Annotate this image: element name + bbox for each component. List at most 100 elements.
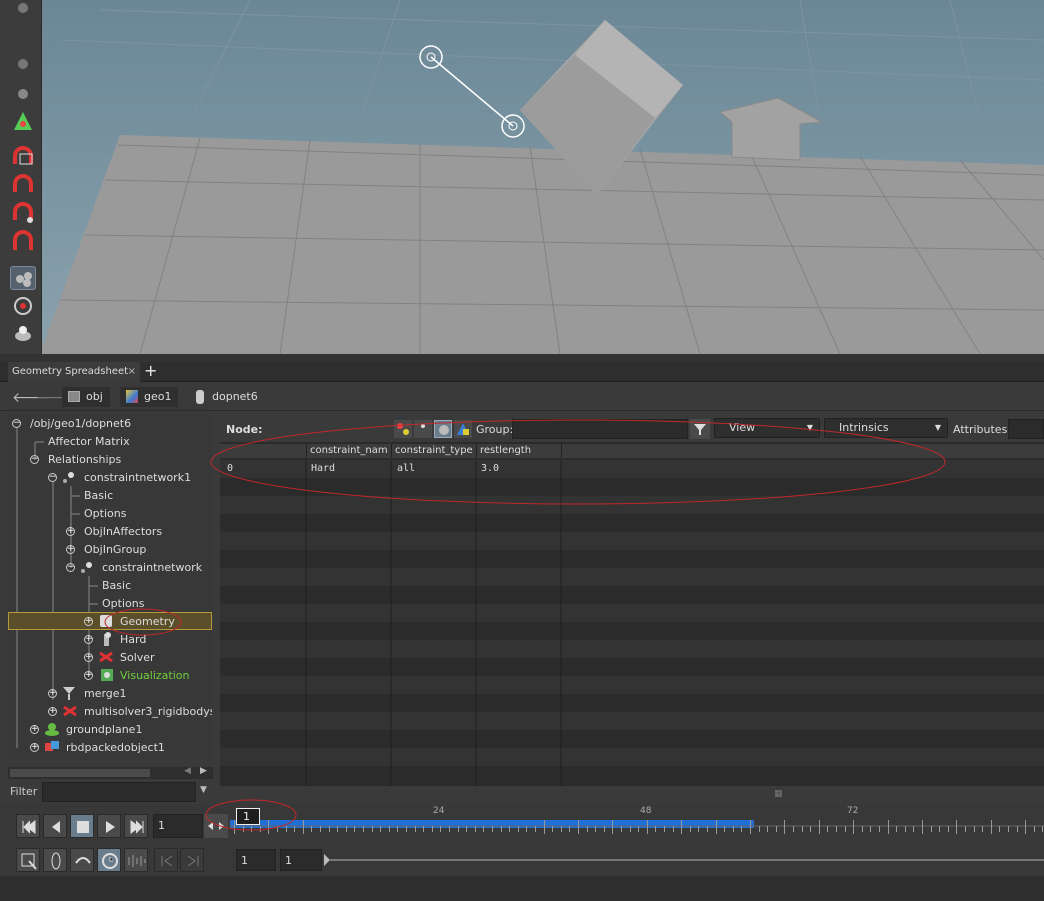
timeline-tick bbox=[406, 826, 407, 832]
audio-icon[interactable] bbox=[124, 848, 148, 872]
expand-icon[interactable]: + bbox=[84, 671, 93, 680]
light-icon[interactable] bbox=[10, 322, 36, 346]
frame-field[interactable]: 1 bbox=[153, 814, 203, 838]
magnet-icon[interactable] bbox=[10, 230, 36, 254]
tree-item[interactable]: constraintnetwork bbox=[102, 559, 202, 577]
filter-input[interactable] bbox=[42, 782, 196, 802]
range-slider[interactable] bbox=[322, 852, 1044, 868]
tree-item[interactable]: Basic bbox=[84, 487, 113, 505]
tree-item[interactable]: ObjInAffectors bbox=[84, 523, 162, 541]
timeline-tick bbox=[380, 826, 382, 832]
crumb-obj[interactable]: obj bbox=[62, 387, 110, 407]
timeline-tick bbox=[1042, 826, 1044, 832]
inspect-icon[interactable] bbox=[10, 294, 36, 318]
tree-item[interactable]: Visualization bbox=[120, 667, 189, 685]
realtime-icon[interactable] bbox=[43, 848, 67, 872]
timeline-tick bbox=[664, 826, 665, 832]
magnet-icon[interactable] bbox=[10, 202, 36, 226]
loop-icon[interactable] bbox=[70, 848, 94, 872]
timeline-tick bbox=[629, 826, 631, 832]
playback-options-icon[interactable] bbox=[16, 848, 40, 872]
timeline-tick bbox=[767, 826, 769, 832]
dop-object-icon[interactable] bbox=[10, 266, 36, 290]
column-dividers bbox=[305, 460, 562, 786]
timeline-tick bbox=[388, 826, 390, 832]
timeline-tick bbox=[818, 820, 820, 834]
tree-item[interactable]: constraintnetwork1 bbox=[84, 469, 191, 487]
add-tab-icon[interactable]: + bbox=[144, 361, 157, 380]
collapse-icon[interactable]: − bbox=[66, 563, 75, 572]
visualization-icon bbox=[100, 668, 114, 682]
expand-icon[interactable]: + bbox=[84, 635, 93, 644]
timeline-tick bbox=[423, 826, 425, 832]
stop-button[interactable] bbox=[70, 814, 94, 838]
scroll-left-icon[interactable]: ◀ bbox=[184, 766, 191, 776]
tree-item[interactable]: rbdpackedobject1 bbox=[66, 739, 165, 757]
filter-dropdown-icon[interactable]: ▼ bbox=[200, 785, 207, 795]
timeline-tick bbox=[543, 820, 545, 834]
step-back-button[interactable] bbox=[43, 814, 67, 838]
3d-viewport[interactable] bbox=[0, 0, 1044, 354]
tool-icon[interactable] bbox=[10, 56, 36, 80]
timeline-tick bbox=[457, 826, 459, 832]
tree-item[interactable]: Basic bbox=[102, 577, 131, 595]
timeline-tick bbox=[509, 826, 511, 832]
tree-item[interactable]: Options bbox=[84, 505, 126, 523]
tree-item[interactable]: Hard bbox=[120, 631, 146, 649]
expand-icon[interactable]: + bbox=[66, 527, 75, 536]
next-key-icon[interactable] bbox=[180, 848, 204, 872]
timeline-tick bbox=[466, 826, 468, 832]
tree-item[interactable]: merge1 bbox=[84, 685, 127, 703]
timeline-tick bbox=[526, 826, 528, 832]
attributes-input[interactable] bbox=[1008, 419, 1044, 439]
timeline-tick bbox=[904, 826, 906, 832]
scroll-right-icon[interactable]: ▶ bbox=[200, 766, 207, 776]
timeline-tick bbox=[853, 820, 855, 834]
geo-icon bbox=[126, 390, 138, 403]
tree-item[interactable]: Solver bbox=[120, 649, 155, 667]
expand-icon[interactable]: + bbox=[84, 653, 93, 662]
clock-icon[interactable] bbox=[97, 848, 121, 872]
collapse-icon[interactable]: − bbox=[12, 419, 21, 428]
magnet-icon[interactable] bbox=[10, 174, 36, 198]
expand-icon[interactable]: + bbox=[30, 743, 39, 752]
play-button[interactable] bbox=[97, 814, 121, 838]
collapse-icon[interactable]: − bbox=[30, 455, 39, 464]
expand-icon[interactable]: + bbox=[48, 689, 57, 698]
tree-item[interactable]: Relationships bbox=[48, 451, 121, 469]
jump-start-button[interactable] bbox=[16, 814, 40, 838]
jump-end-button[interactable] bbox=[124, 814, 148, 838]
prev-key-icon[interactable] bbox=[154, 848, 178, 872]
tool-icon[interactable] bbox=[10, 0, 36, 24]
scrollbar-thumb[interactable] bbox=[10, 769, 150, 777]
timeline-tick bbox=[689, 826, 691, 832]
tree-item[interactable]: groundplane1 bbox=[66, 721, 142, 739]
timeline-tick bbox=[311, 826, 313, 832]
timeline-tick bbox=[939, 826, 941, 832]
handle-icon[interactable] bbox=[10, 110, 36, 134]
close-icon[interactable]: × bbox=[128, 362, 136, 382]
expand-icon[interactable]: + bbox=[84, 617, 93, 626]
expand-icon[interactable]: + bbox=[66, 545, 75, 554]
timeline-tick bbox=[517, 826, 519, 832]
magnet-icon[interactable] bbox=[10, 146, 36, 170]
expand-icon[interactable]: + bbox=[30, 725, 39, 734]
timeline-ticks bbox=[230, 820, 1044, 840]
viewport-toolbar bbox=[0, 0, 42, 354]
tree-horizontal-scrollbar[interactable]: ◀ ▶ bbox=[8, 766, 213, 779]
tree-item[interactable]: multisolver3_rigidbodyso bbox=[84, 703, 212, 721]
expand-icon[interactable]: + bbox=[48, 707, 57, 716]
hard-constraint-icon bbox=[100, 632, 112, 646]
crumb-geo1[interactable]: geo1 bbox=[120, 387, 178, 407]
crumb-dopnet6[interactable]: dopnet6 bbox=[188, 387, 258, 407]
tree-item[interactable]: Affector Matrix bbox=[48, 433, 130, 451]
tool-icon[interactable] bbox=[10, 84, 36, 108]
resize-handle-icon[interactable]: ▦ bbox=[774, 789, 783, 799]
tree-root[interactable]: /obj/geo1/dopnet6 bbox=[30, 415, 131, 433]
tab-geometry-spreadsheet[interactable]: Geometry Spreadsheet × bbox=[8, 362, 140, 382]
range-end-field[interactable]: 1 bbox=[280, 849, 322, 871]
collapse-icon[interactable]: − bbox=[48, 473, 57, 482]
range-start-field[interactable]: 1 bbox=[236, 849, 276, 871]
timeline-tick bbox=[440, 826, 442, 832]
tree-item[interactable]: ObjInGroup bbox=[84, 541, 146, 559]
